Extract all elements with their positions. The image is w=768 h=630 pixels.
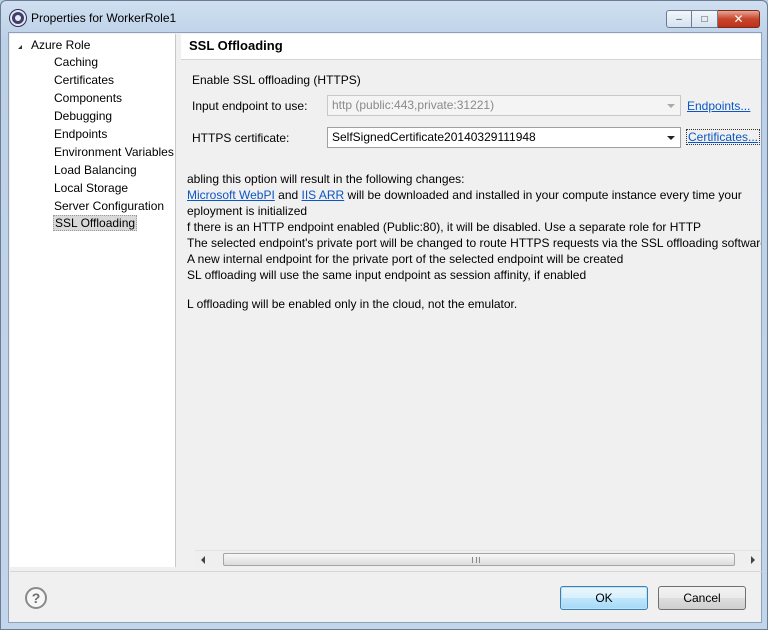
panel-content: Enable SSL offloading (HTTPS) Input endp… (181, 61, 761, 567)
property-tree: Azure Role Caching Certificates Componen… (10, 34, 176, 567)
tree-item-debugging[interactable]: Debugging (53, 108, 113, 124)
title-bar[interactable]: Properties for WorkerRole1 – □ ✕ (1, 1, 767, 33)
certificate-select[interactable]: SelfSignedCertificate20140329111948 (327, 127, 681, 148)
webpi-link[interactable]: Microsoft WebPI (187, 188, 275, 202)
description-line-6: SL offloading will use the same input en… (187, 268, 587, 282)
iis-arr-link[interactable]: IIS ARR (302, 188, 345, 202)
dropdown-arrow-icon (667, 136, 675, 140)
panel-header: SSL Offloading (181, 34, 761, 60)
dialog-window: Properties for WorkerRole1 – □ ✕ Azure R… (0, 0, 768, 630)
tree-item-components[interactable]: Components (53, 90, 123, 106)
https-certificate-label: HTTPS certificate: (192, 131, 290, 145)
description-line-5: A new internal endpoint for the private … (187, 252, 624, 266)
tree-root-azure-role[interactable]: Azure Role (18, 37, 90, 53)
horizontal-scrollbar[interactable] (195, 550, 761, 567)
footer-divider (10, 571, 762, 572)
description-line-4: The selected endpoint's private port wil… (187, 236, 761, 250)
enable-ssl-checkbox-label[interactable]: Enable SSL offloading (HTTPS) (192, 73, 361, 87)
description-line-3: f there is an HTTP endpoint enabled (Pub… (187, 220, 702, 234)
endpoint-label: Input endpoint to use: (192, 99, 308, 113)
maximize-button[interactable]: □ (692, 10, 718, 28)
grip-icon (472, 557, 480, 563)
scroll-right-icon[interactable] (751, 556, 755, 564)
cancel-button[interactable]: Cancel (658, 586, 746, 610)
help-icon[interactable]: ? (25, 587, 47, 609)
tree-item-server-configuration[interactable]: Server Configuration (53, 198, 165, 214)
page-title: SSL Offloading (189, 38, 283, 53)
endpoints-link[interactable]: Endpoints... (687, 99, 750, 113)
window-title: Properties for WorkerRole1 (31, 11, 177, 25)
description-and: and (274, 188, 302, 202)
endpoint-select-value: http (public:443,private:31221) (332, 98, 495, 112)
description-line-2: eployment is initialized (187, 204, 308, 218)
certificate-select-value: SelfSignedCertificate20140329111948 (332, 130, 536, 144)
tree-collapse-icon[interactable] (18, 41, 22, 49)
app-icon (10, 10, 26, 26)
tree-item-environment-variables[interactable]: Environment Variables (53, 144, 175, 160)
tree-item-endpoints[interactable]: Endpoints (53, 126, 108, 142)
endpoint-select[interactable]: http (public:443,private:31221) (327, 95, 681, 116)
minimize-button[interactable]: – (666, 10, 692, 28)
settings-panel: SSL Offloading Enable SSL offloading (HT… (181, 34, 761, 567)
dialog-client-area: Azure Role Caching Certificates Componen… (8, 32, 762, 623)
tree-item-certificates[interactable]: Certificates (53, 72, 115, 88)
tree-root-label: Azure Role (31, 38, 91, 52)
description-line-1-rest: will be downloaded and installed in your… (344, 188, 742, 202)
description-line-1: Microsoft WebPI and IIS ARR will be down… (187, 188, 742, 202)
scrollbar-thumb[interactable] (223, 553, 735, 566)
description-intro: abling this option will result in the fo… (187, 172, 465, 186)
tree-item-local-storage[interactable]: Local Storage (53, 180, 129, 196)
tree-item-load-balancing[interactable]: Load Balancing (53, 162, 138, 178)
tree-item-ssl-offloading[interactable]: SSL Offloading (53, 215, 138, 231)
description-note: L offloading will be enabled only in the… (187, 297, 518, 311)
tree-item-caching[interactable]: Caching (53, 54, 99, 70)
close-button[interactable]: ✕ (718, 10, 760, 28)
ok-button[interactable]: OK (560, 586, 648, 610)
certificates-link[interactable]: Certificates... (686, 129, 761, 145)
dropdown-arrow-icon (667, 104, 675, 108)
scroll-left-icon[interactable] (201, 556, 205, 564)
window-controls: – □ ✕ (666, 10, 760, 28)
